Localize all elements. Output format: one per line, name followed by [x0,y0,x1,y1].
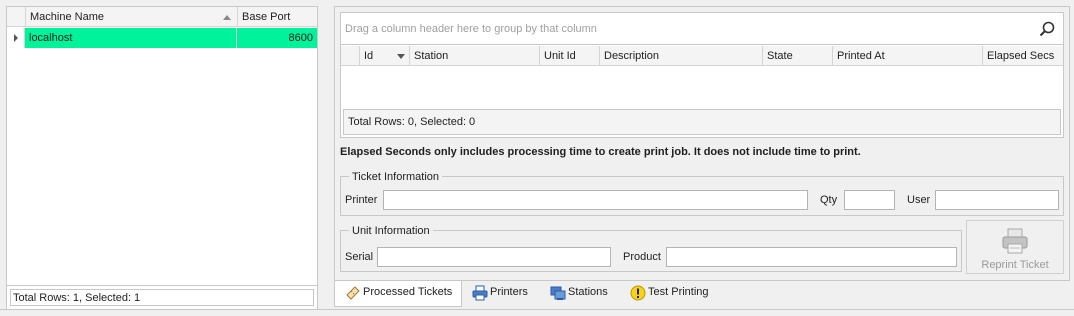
qty-label: Qty [820,194,838,206]
row-indicator-header [341,46,360,66]
printer-field[interactable] [383,190,808,210]
printer-icon [472,285,488,301]
stations-icon [550,286,566,300]
tab-label: Printers [490,286,528,298]
column-header-label: Description [604,50,660,62]
machine-grid-header: Machine Name Base Port [7,7,317,27]
tab-processed-tickets[interactable]: Processed Tickets [334,281,462,307]
ticket-information-title: Ticket Information [349,170,443,184]
tab-label: Test Printing [648,286,709,298]
sort-indicator-icon [223,15,231,20]
group-by-panel[interactable]: Drag a column header here to group by th… [341,13,1063,45]
ticket-information-group: Ticket Information Printer Qty User [340,170,1064,216]
column-header-state[interactable]: State [763,46,833,66]
group-by-hint: Drag a column header here to group by th… [345,23,597,35]
user-label: User [907,194,931,206]
printer-label: Printer [345,194,378,206]
column-header-description[interactable]: Description [600,46,763,66]
reprint-ticket-label: Reprint Ticket [981,259,1049,271]
cell-base-port[interactable]: 8600 [237,28,317,48]
column-header-label: Id [364,50,374,62]
column-header-id[interactable]: Id [360,46,410,66]
window-bottom-border [0,309,1074,310]
serial-label: Serial [345,251,374,263]
product-field[interactable] [666,247,957,267]
row-indicator-icon [7,28,25,48]
qty-field[interactable] [844,190,895,210]
splitter[interactable] [324,0,328,316]
column-header-label: Base Port [242,11,291,23]
column-header-elapsed-secs[interactable]: Elapsed Secs [983,46,1063,66]
printer-icon [1002,228,1028,254]
column-header-machine-name[interactable]: Machine Name [26,7,238,27]
tab-label: Processed Tickets [363,286,453,298]
tab-printers[interactable]: Printers [462,281,542,307]
sort-descending-icon [397,54,405,59]
cell-machine-name[interactable]: localhost [25,28,237,48]
column-header-label: Machine Name [30,11,104,23]
warning-icon [630,285,646,301]
column-header-label: State [767,50,793,62]
machine-grid-footer-text: Total Rows: 1, Selected: 1 [10,289,314,306]
tab-label: Stations [568,286,608,298]
column-header-base-port[interactable]: Base Port [238,7,318,27]
jobs-grid-header: Id Station Unit Id Description State Pri… [341,46,1063,66]
tab-stations[interactable]: Stations [540,281,626,307]
user-field[interactable] [935,190,1059,210]
bottom-tab-strip: Processed Tickets Printers Stations Test… [334,281,1074,307]
ticket-icon [346,286,360,300]
column-header-label: Printed At [837,50,885,62]
column-header-station[interactable]: Station [410,46,540,66]
row-indicator-header [7,7,26,27]
column-header-label: Elapsed Secs [987,50,1055,62]
product-label: Product [623,251,661,263]
unit-information-group: Unit Information Serial Product [340,224,962,272]
column-header-unit-id[interactable]: Unit Id [540,46,600,66]
table-row[interactable]: localhost 8600 [7,28,317,48]
column-header-label: Station [414,50,449,62]
jobs-grid-footer: Total Rows: 0, Selected: 0 [343,109,1061,135]
elapsed-seconds-note: Elapsed Seconds only includes processing… [340,146,861,158]
column-header-printed-at[interactable]: Printed At [833,46,983,66]
machine-grid[interactable]: Machine Name Base Port localhost 8600 To… [6,6,318,310]
unit-information-title: Unit Information [349,224,433,238]
jobs-grid[interactable]: Drag a column header here to group by th… [340,12,1064,138]
serial-field[interactable] [377,247,611,267]
column-header-label: Unit Id [544,50,576,62]
reprint-ticket-button[interactable]: Reprint Ticket [966,220,1064,274]
tab-test-printing[interactable]: Test Printing [620,281,720,307]
machine-grid-footer: Total Rows: 1, Selected: 1 [7,285,317,309]
search-icon[interactable] [1039,21,1055,37]
